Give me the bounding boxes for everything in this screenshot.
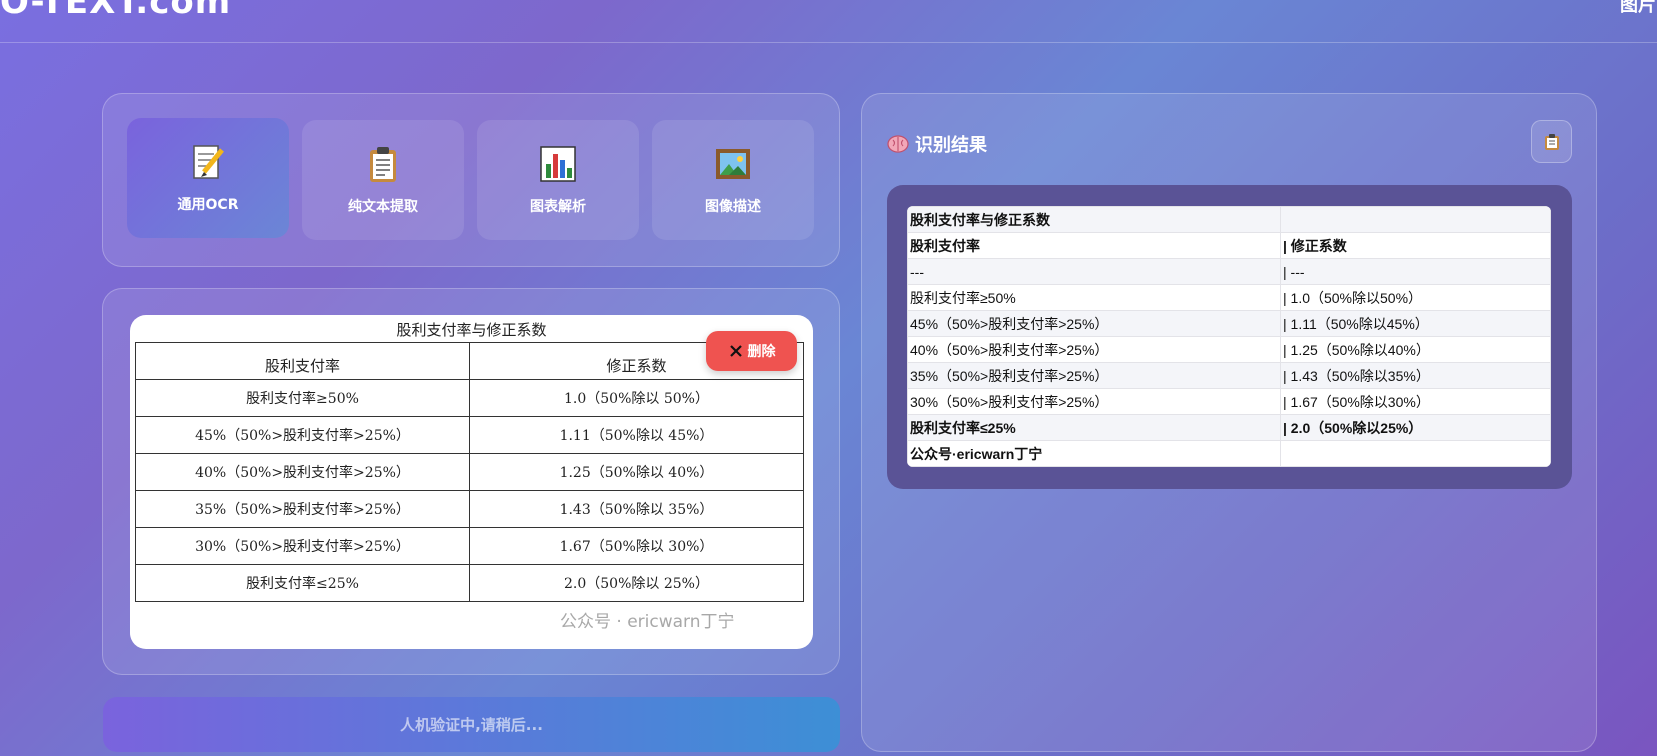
result-cell: | 1.25（50%除以40%）	[1280, 336, 1551, 363]
result-row: 股利支付率≤25% | 2.0（50%除以25%）	[907, 414, 1551, 441]
result-row: 股利支付率与修正系数	[907, 206, 1551, 233]
image-table-cell: 1.25（50%除以 40%）	[469, 453, 804, 491]
result-cell: | 1.11（50%除以45%）	[1280, 310, 1551, 337]
result-cell: 股利支付率≤25%	[907, 414, 1281, 441]
result-cell	[1280, 440, 1551, 467]
result-cell: 股利支付率	[907, 232, 1281, 259]
result-cell: 45%（50%>股利支付率>25%）	[907, 310, 1281, 337]
nav-link-image[interactable]: 图片	[1620, 0, 1656, 17]
result-cell: 公众号·ericwarn丁宁	[907, 440, 1281, 467]
image-table-cell: 2.0（50%除以 25%）	[469, 564, 804, 602]
image-table: 股利支付率 修正系数 股利支付率≥50% 1.0（50%除以 50%） 45%（…	[135, 342, 804, 602]
result-cell: | 1.0（50%除以50%）	[1280, 284, 1551, 311]
image-table-row: 股利支付率≤25% 2.0（50%除以 25%）	[135, 564, 804, 602]
image-table-row: 40%（50%>股利支付率>25%） 1.25（50%除以 40%）	[135, 453, 804, 491]
result-row: 股利支付率 | 修正系数	[907, 232, 1551, 259]
clipboard-icon	[1544, 133, 1559, 150]
captcha-verify-button[interactable]: 人机验证中,请稍后...	[103, 697, 840, 752]
image-table-cell: 30%（50%>股利支付率>25%）	[135, 527, 470, 565]
image-table-cell: 1.43（50%除以 35%）	[469, 490, 804, 528]
mode-label: 纯文本提取	[348, 199, 418, 215]
result-title-text: 识别结果	[915, 135, 987, 156]
result-title: 识别结果	[887, 131, 987, 157]
image-table-row: 45%（50%>股利支付率>25%） 1.11（50%除以 45%）	[135, 416, 804, 454]
result-output-box: 股利支付率与修正系数 股利支付率 | 修正系数 --- | --- 股利支付率≥…	[887, 185, 1572, 489]
mode-label: 图表解析	[530, 199, 586, 215]
result-cell	[1280, 206, 1551, 233]
mode-plain-text[interactable]: 纯文本提取	[302, 120, 464, 240]
result-cell: | 1.67（50%除以30%）	[1280, 388, 1551, 415]
clipboard-icon	[370, 147, 396, 182]
image-table-cell: 1.67（50%除以 30%）	[469, 527, 804, 565]
mode-chart-parse[interactable]: 图表解析	[477, 120, 639, 240]
result-row: 45%（50%>股利支付率>25%） | 1.11（50%除以45%）	[907, 310, 1551, 337]
image-table-cell: 股利支付率≤25%	[135, 564, 470, 602]
result-cell: 30%（50%>股利支付率>25%）	[907, 388, 1281, 415]
image-table-header: 股利支付率	[135, 342, 470, 380]
result-cell: 股利支付率≥50%	[907, 284, 1281, 311]
result-row: 35%（50%>股利支付率>25%） | 1.43（50%除以35%）	[907, 362, 1551, 389]
delete-image-button[interactable]: 删除	[706, 331, 797, 371]
result-cell: | 1.43（50%除以35%）	[1280, 362, 1551, 389]
framed-picture-icon	[716, 149, 750, 179]
bar-chart-icon	[540, 146, 576, 182]
brain-icon	[887, 135, 909, 153]
image-watermark: 公众号 · ericwarn丁宁	[560, 612, 735, 632]
close-icon	[729, 345, 742, 357]
result-row: 30%（50%>股利支付率>25%） | 1.67（50%除以30%）	[907, 388, 1551, 415]
image-table-cell: 1.11（50%除以 45%）	[469, 416, 804, 454]
result-cell: 35%（50%>股利支付率>25%）	[907, 362, 1281, 389]
image-table-row: 股利支付率≥50% 1.0（50%除以 50%）	[135, 379, 804, 417]
result-row: 公众号·ericwarn丁宁	[907, 440, 1551, 467]
result-cell: 股利支付率与修正系数	[907, 206, 1281, 233]
result-table: 股利支付率与修正系数 股利支付率 | 修正系数 --- | --- 股利支付率≥…	[907, 206, 1551, 467]
site-logo[interactable]: O-TEXT.com	[0, 0, 231, 22]
result-cell: 40%（50%>股利支付率>25%）	[907, 336, 1281, 363]
image-table-row: 30%（50%>股利支付率>25%） 1.67（50%除以 30%）	[135, 527, 804, 565]
image-table-cell: 1.0（50%除以 50%）	[469, 379, 804, 417]
image-table-cell: 35%（50%>股利支付率>25%）	[135, 490, 470, 528]
mode-image-describe[interactable]: 图像描述	[652, 120, 814, 240]
copy-result-button[interactable]	[1531, 120, 1572, 163]
mode-general-ocr[interactable]: 通用OCR	[127, 118, 289, 238]
top-bar: O-TEXT.com 图片	[0, 0, 1657, 43]
image-table-cell: 45%（50%>股利支付率>25%）	[135, 416, 470, 454]
mode-label: 通用OCR	[177, 197, 239, 213]
result-cell: | ---	[1280, 258, 1551, 285]
result-cell: ---	[907, 258, 1281, 285]
image-table-row: 35%（50%>股利支付率>25%） 1.43（50%除以 35%）	[135, 490, 804, 528]
memo-pencil-icon	[193, 145, 224, 179]
result-cell: | 2.0（50%除以25%）	[1280, 414, 1551, 441]
result-cell: | 修正系数	[1280, 232, 1551, 259]
result-row: 40%（50%>股利支付率>25%） | 1.25（50%除以40%）	[907, 336, 1551, 363]
result-row: 股利支付率≥50% | 1.0（50%除以50%）	[907, 284, 1551, 311]
delete-label: 删除	[747, 343, 776, 359]
result-row: --- | ---	[907, 258, 1551, 285]
image-table-cell: 40%（50%>股利支付率>25%）	[135, 453, 470, 491]
image-table-cell: 股利支付率≥50%	[135, 379, 470, 417]
verify-label: 人机验证中,请稍后...	[400, 716, 543, 734]
mode-label: 图像描述	[705, 199, 761, 215]
